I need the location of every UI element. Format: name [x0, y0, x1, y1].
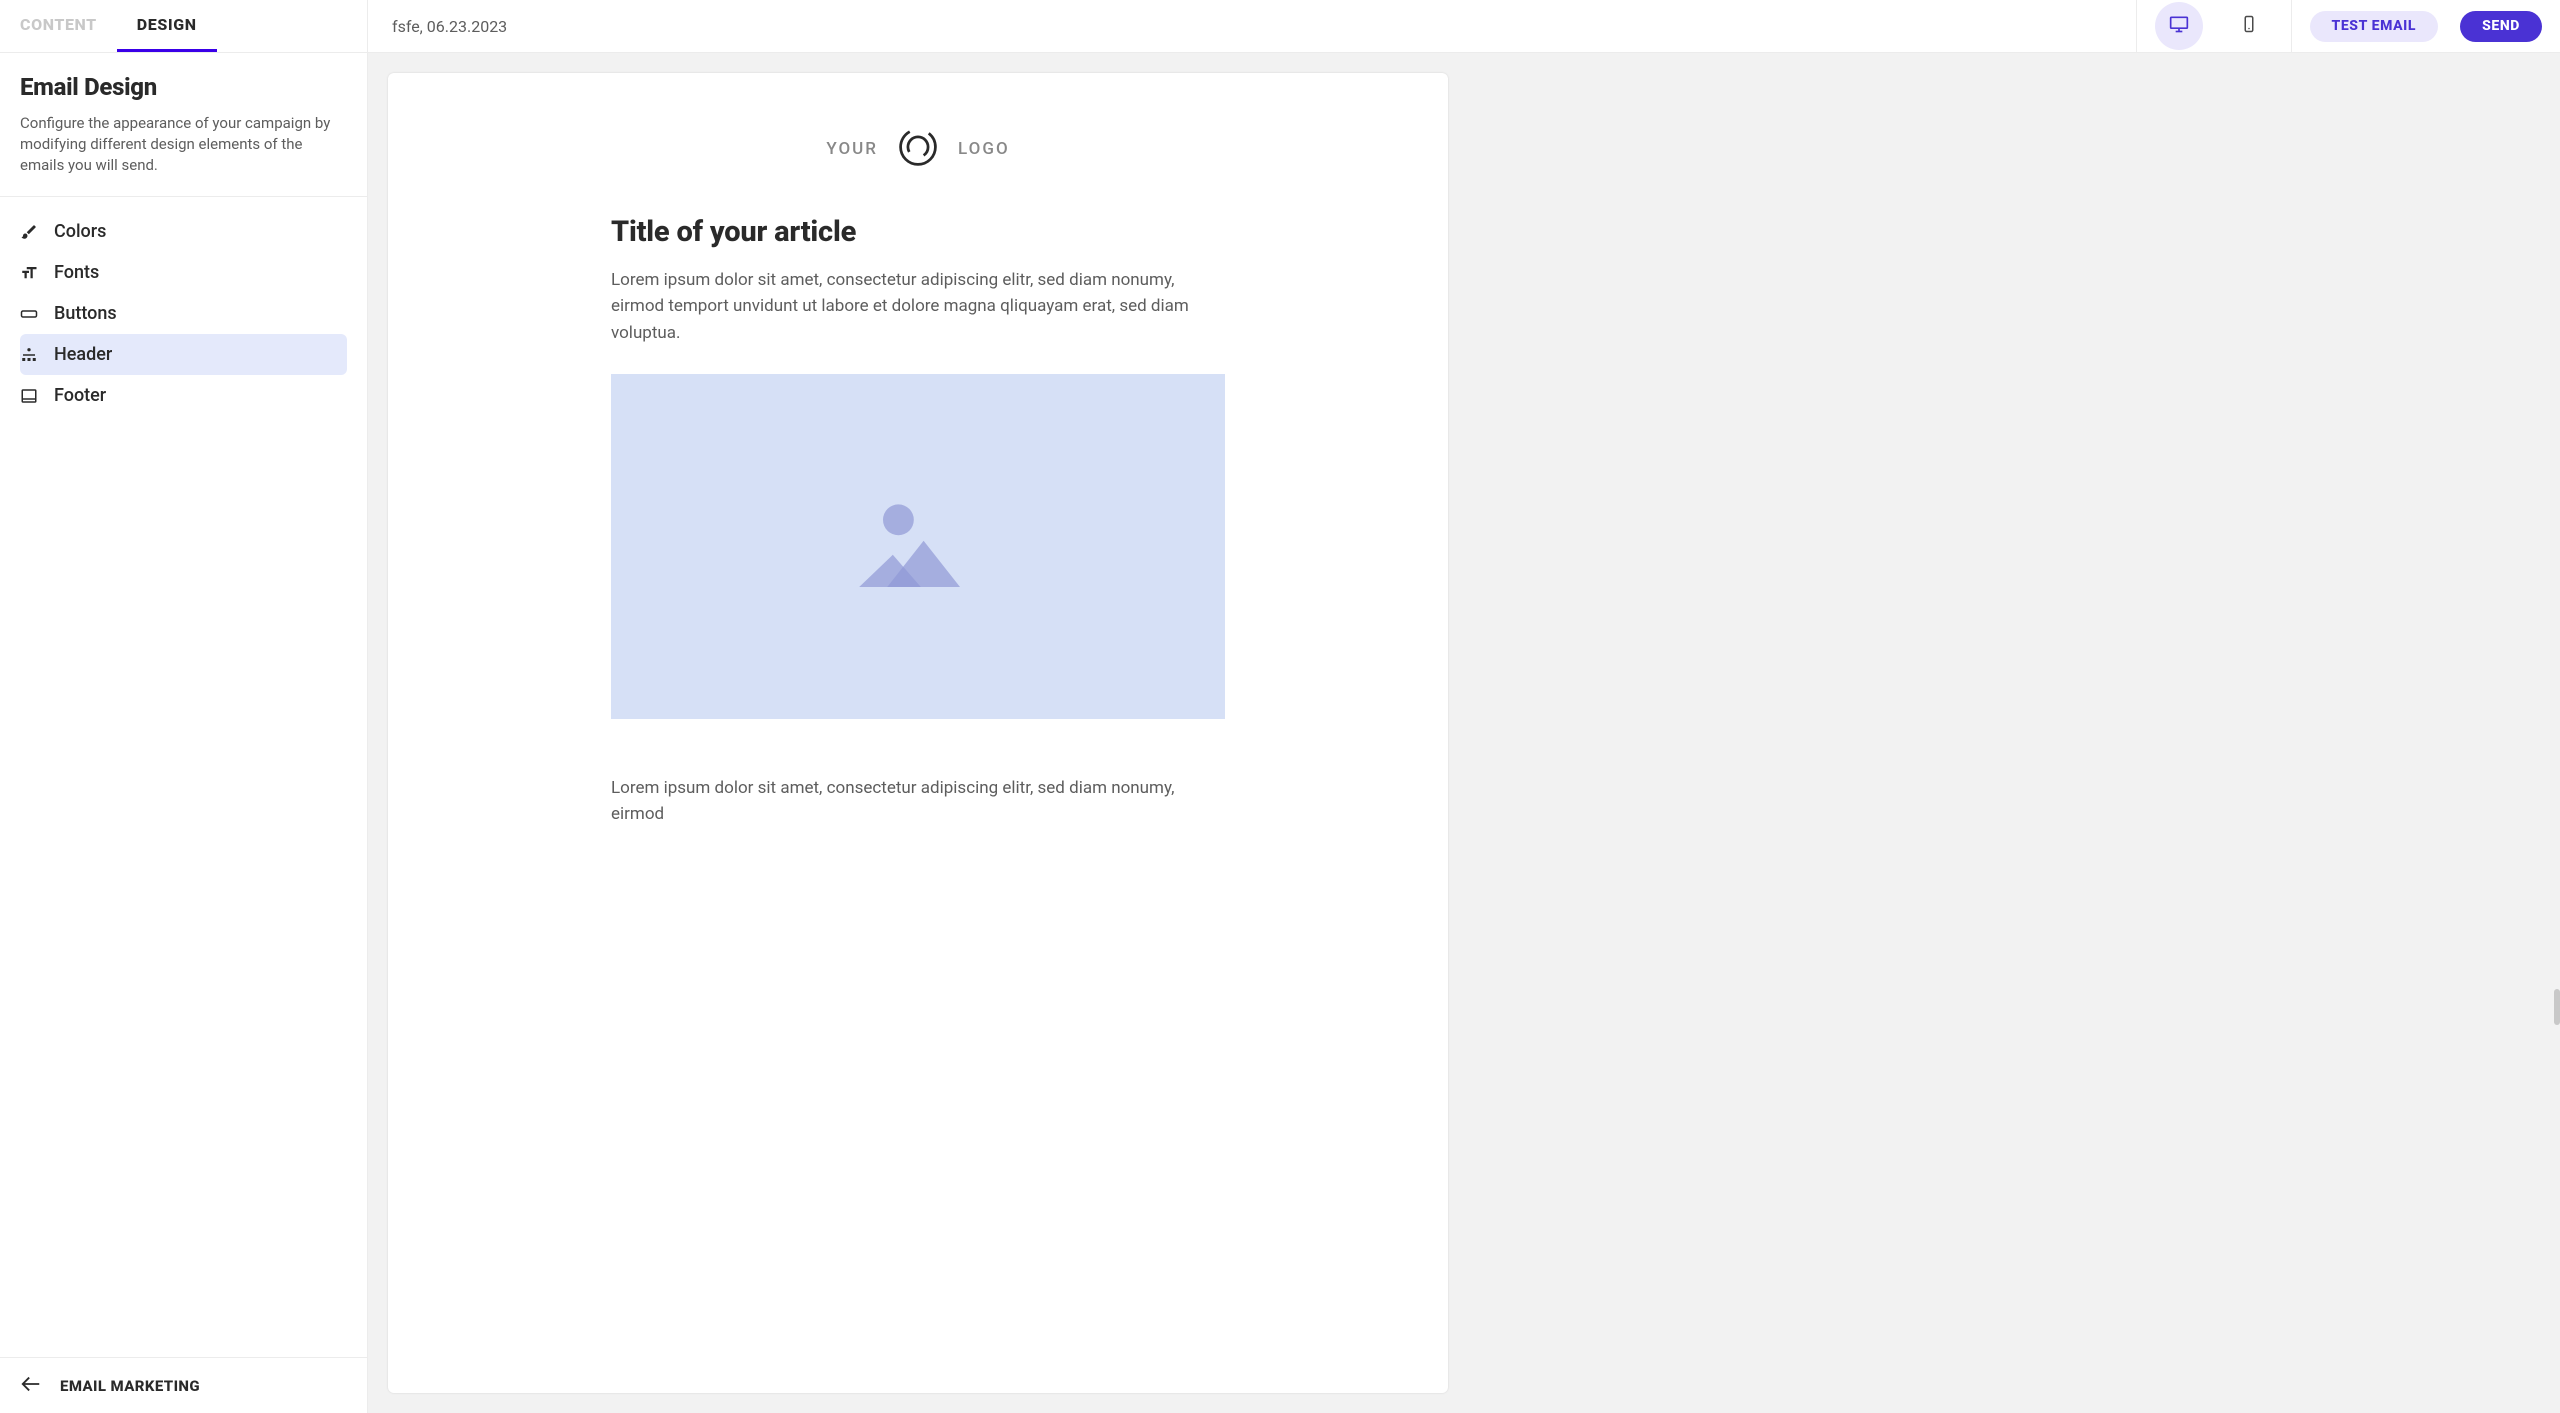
sidebar: CONTENT DESIGN Email Design Configure th… [0, 0, 368, 1413]
preview-image-placeholder [611, 374, 1225, 719]
text-size-icon [20, 264, 38, 282]
design-item-buttons[interactable]: Buttons [20, 293, 347, 334]
tab-design[interactable]: DESIGN [117, 0, 217, 52]
sidebar-footer-label: EMAIL MARKETING [60, 1377, 200, 1395]
header-icon [20, 346, 38, 364]
design-item-label: Fonts [54, 262, 99, 283]
design-item-footer[interactable]: Footer [20, 375, 347, 416]
design-item-label: Colors [54, 221, 106, 242]
design-item-label: Buttons [54, 303, 117, 324]
mobile-preview-button[interactable] [2225, 2, 2273, 50]
canvas-scrollarea[interactable]: YOUR LOGO Title of your article Lorem ip… [368, 53, 2560, 1413]
toolbar: fsfe, 06.23.2023 TEST EMAIL SEND [368, 0, 2560, 53]
logo-text-left: YOUR [826, 139, 878, 159]
section-header: Email Design Configure the appearance of… [0, 53, 367, 196]
design-item-fonts[interactable]: Fonts [20, 252, 347, 293]
section-desc: Configure the appearance of your campaig… [20, 113, 347, 176]
back-to-email-marketing[interactable]: EMAIL MARKETING [0, 1357, 367, 1413]
button-icon [20, 305, 38, 323]
test-email-button[interactable]: TEST EMAIL [2310, 11, 2439, 42]
scrollbar-thumb[interactable] [2554, 989, 2560, 1025]
design-item-label: Footer [54, 385, 106, 406]
send-button[interactable]: SEND [2460, 11, 2542, 42]
design-item-header[interactable]: Header [20, 334, 347, 375]
footer-icon [20, 387, 38, 405]
tab-content[interactable]: CONTENT [0, 0, 117, 52]
preview-article-body: Lorem ipsum dolor sit amet, consectetur … [611, 267, 1225, 346]
main-area: fsfe, 06.23.2023 TEST EMAIL SEND YOUR [368, 0, 2560, 1413]
design-item-colors[interactable]: Colors [20, 211, 347, 252]
preview-article-body-2: Lorem ipsum dolor sit amet, consectetur … [611, 775, 1225, 828]
image-icon [848, 496, 988, 598]
preview-header: YOUR LOGO [388, 73, 1448, 215]
preview-article-title: Title of your article [611, 215, 1225, 249]
section-title: Email Design [20, 73, 347, 101]
campaign-title: fsfe, 06.23.2023 [368, 17, 2136, 36]
desktop-icon [2169, 14, 2189, 38]
sidebar-tabs: CONTENT DESIGN [0, 0, 367, 53]
device-switcher [2136, 0, 2291, 52]
logo-text-right: LOGO [958, 139, 1010, 159]
logo-icon [896, 125, 940, 173]
mobile-icon [2240, 15, 2258, 37]
preview-article: Title of your article Lorem ipsum dolor … [611, 215, 1225, 828]
email-preview: YOUR LOGO Title of your article Lorem ip… [388, 73, 1448, 1393]
desktop-preview-button[interactable] [2155, 2, 2203, 50]
palette-icon [20, 223, 38, 241]
design-list: Colors Fonts Buttons Header Footer [0, 197, 367, 430]
arrow-left-icon [20, 1373, 42, 1399]
action-buttons: TEST EMAIL SEND [2291, 0, 2560, 52]
design-item-label: Header [54, 344, 112, 365]
